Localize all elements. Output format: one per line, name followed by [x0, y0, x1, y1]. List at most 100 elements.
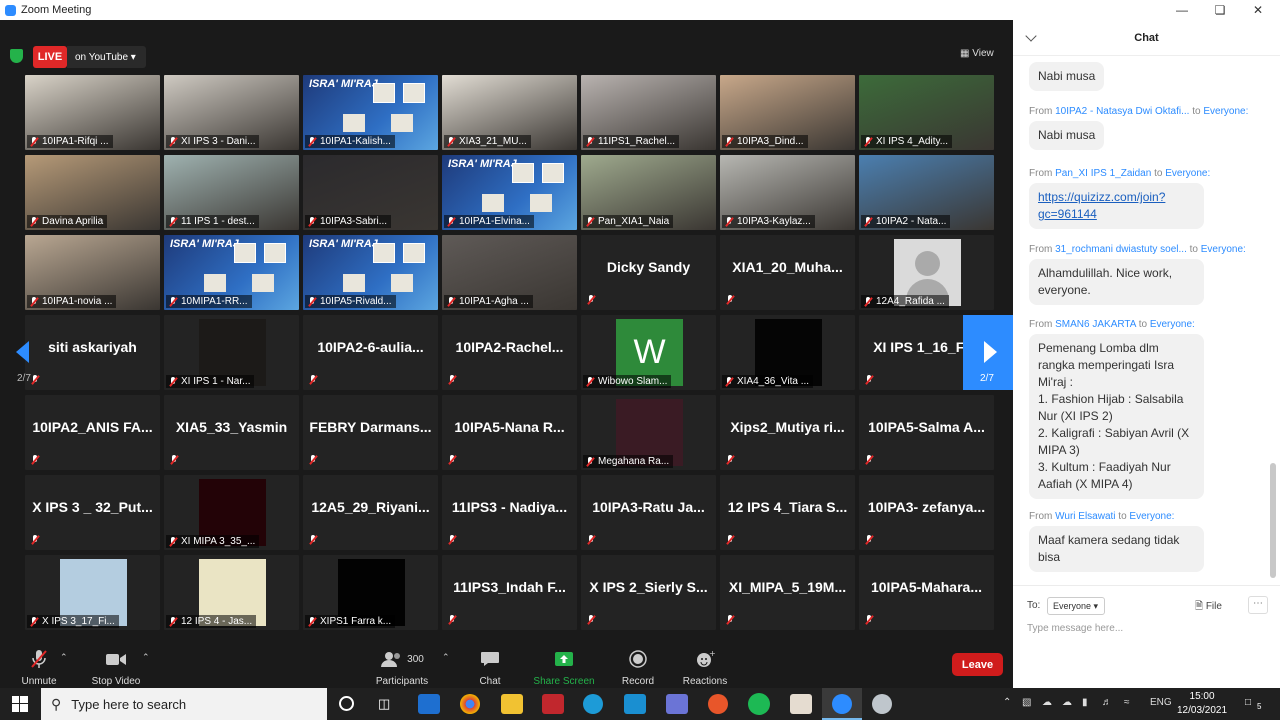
participant-tile[interactable]: ISRA' MI'RAJ 10MIPA1-RR...	[164, 235, 299, 310]
video-options-caret-icon[interactable]: ⌃	[142, 652, 150, 663]
l-app-icon[interactable]	[624, 694, 646, 714]
participant-tile[interactable]: XI MIPA 3_35_...	[164, 475, 299, 550]
participant-tile[interactable]: XIA1_20_Muha...	[720, 235, 855, 310]
participant-tile[interactable]: 10IPA3-Kaylaz...	[720, 155, 855, 230]
maximize-icon[interactable]: ❏	[1200, 0, 1240, 20]
participant-tile[interactable]: ISRA' MI'RAJ 10IPA1-Elvina...	[442, 155, 577, 230]
participant-tile[interactable]: 10IPA1-Rifqi ...	[25, 75, 160, 150]
mail-app-icon[interactable]	[418, 694, 440, 714]
participants-caret-icon[interactable]: ⌃	[442, 652, 450, 663]
participant-tile[interactable]: 10IPA3-Sabri...	[303, 155, 438, 230]
tray-cloud-icon[interactable]: ☁	[1062, 697, 1072, 708]
participant-tile[interactable]: XI_MIPA_5_19M...	[720, 555, 855, 630]
notification-center-icon[interactable]: □	[1245, 697, 1251, 708]
live-stream-dropdown[interactable]: on YouTube ▾	[67, 46, 146, 68]
chevron-down-icon[interactable]	[1025, 30, 1037, 42]
teams-app-icon[interactable]	[666, 694, 688, 714]
participant-tile[interactable]: 12 IPS 4 - Jas...	[164, 555, 299, 630]
tray-device-icon[interactable]: ▧	[1022, 697, 1031, 708]
security-shield-icon[interactable]	[10, 49, 23, 63]
participant-tile[interactable]: XIA3_21_MU...	[442, 75, 577, 150]
participant-tile[interactable]: 10IPA5-Salma A...	[859, 395, 994, 470]
participant-tile[interactable]: 11IPS1_Rachel...	[581, 75, 716, 150]
unknown-app-icon[interactable]	[872, 694, 892, 714]
reactions-button[interactable]: + Reactions	[682, 640, 728, 688]
participant-tile[interactable]: 11IPS3 - Nadiya...	[442, 475, 577, 550]
participant-tile[interactable]: Xips2_Mutiya ri...	[720, 395, 855, 470]
file-button[interactable]: 🗎 File	[1195, 599, 1222, 616]
mcafee-icon[interactable]	[542, 694, 564, 714]
share-screen-button[interactable]: Share Screen	[533, 640, 595, 688]
spotify-app-icon[interactable]	[748, 693, 770, 715]
participant-tile[interactable]: 10IPA2 - Nata...	[859, 155, 994, 230]
close-icon[interactable]: ✕	[1238, 0, 1278, 20]
participant-tile[interactable]: Megahana Ra...	[581, 395, 716, 470]
participant-tile[interactable]: X IPS 2_Sierly S...	[581, 555, 716, 630]
chat-scrollbar[interactable]	[1270, 58, 1276, 578]
participant-tile[interactable]: 10IPA2-6-aulia...	[303, 315, 438, 390]
participant-tile[interactable]: siti askariyah	[25, 315, 160, 390]
previous-page-button[interactable]: 2/7	[10, 315, 40, 390]
participant-tile[interactable]: Pan_XIA1_Naia	[581, 155, 716, 230]
participant-tile[interactable]: 12A4_Rafida ...	[859, 235, 994, 310]
chat-scrollbar-thumb[interactable]	[1270, 463, 1276, 578]
participant-tile[interactable]: ISRA' MI'RAJ 10IPA5-Rivald...	[303, 235, 438, 310]
leave-button[interactable]: Leave	[952, 653, 1003, 676]
participant-tile[interactable]: W Wibowo Slam...	[581, 315, 716, 390]
participant-tile[interactable]: 10IPA5-Nana R...	[442, 395, 577, 470]
audio-options-caret-icon[interactable]: ⌃	[60, 652, 68, 663]
participant-tile[interactable]: ISRA' MI'RAJ 10IPA1-Kalish...	[303, 75, 438, 150]
participant-tile[interactable]: 11 IPS 1 - dest...	[164, 155, 299, 230]
more-options-icon[interactable]: ⋯	[1248, 596, 1268, 614]
view-button[interactable]: ▦ View	[960, 48, 994, 59]
participant-tile[interactable]: 10IPA3_Dind...	[720, 75, 855, 150]
participant-tile[interactable]: XI IPS 4_Adity...	[859, 75, 994, 150]
participant-tile[interactable]: XI IPS 3 - Dani...	[164, 75, 299, 150]
stop-video-button[interactable]: Stop Video	[90, 640, 142, 688]
tray-volume-icon[interactable]: ♬	[1102, 697, 1112, 708]
cortana-icon[interactable]	[339, 696, 354, 711]
participant-tile[interactable]: 11IPS3_Indah F...	[442, 555, 577, 630]
record-button[interactable]: Record	[620, 640, 656, 688]
task-view-icon[interactable]: ◫	[378, 696, 390, 712]
photo-app-icon[interactable]	[790, 694, 812, 714]
live-badge[interactable]: LIVE	[33, 46, 67, 68]
participant-tile[interactable]: Davina Aprilia	[25, 155, 160, 230]
participant-tile[interactable]: FEBRY Darmans...	[303, 395, 438, 470]
chat-message-list[interactable]: Nabi musa From 10IPA2 - Natasya Dwi Oktaf…	[1013, 58, 1271, 583]
taskbar-clock[interactable]: 15:00 12/03/2021	[1177, 690, 1227, 718]
participant-tile[interactable]: 10IPA2-Rachel...	[442, 315, 577, 390]
taskbar-search-box[interactable]: ⚲ Type here to search	[41, 688, 327, 720]
orange-app-icon[interactable]	[708, 694, 728, 714]
participant-tile[interactable]: 10IPA5-Mahara...	[859, 555, 994, 630]
file-explorer-icon[interactable]	[501, 694, 523, 714]
participants-button[interactable]: 300 Participants	[372, 640, 432, 688]
tray-battery-icon[interactable]: ▮	[1082, 697, 1088, 708]
tray-chevron-icon[interactable]: ⌃	[1003, 697, 1011, 708]
unmute-button[interactable]: Unmute	[20, 640, 58, 688]
participant-tile[interactable]: 12A5_29_Riyani...	[303, 475, 438, 550]
chat-button[interactable]: Chat	[475, 640, 505, 688]
participant-tile[interactable]: XIPS1 Farra k...	[303, 555, 438, 630]
participant-tile[interactable]: 12 IPS 4_Tiara S...	[720, 475, 855, 550]
participant-tile[interactable]: 10IPA1-novia ...	[25, 235, 160, 310]
tray-language[interactable]: ENG	[1150, 697, 1172, 708]
participant-tile[interactable]: 10IPA3- zefanya...	[859, 475, 994, 550]
windows-start-icon[interactable]	[12, 696, 28, 717]
chat-message-link[interactable]: https://quizizz.com/join?gc=961144	[1029, 183, 1204, 229]
participant-tile[interactable]: X IPS 3_17_Fi...	[25, 555, 160, 630]
participant-tile[interactable]: 10IPA1-Agha ...	[442, 235, 577, 310]
participant-tile[interactable]: Dicky Sandy	[581, 235, 716, 310]
chrome-app-icon[interactable]	[460, 694, 480, 714]
participant-tile[interactable]: X IPS 3 _ 32_Put...	[25, 475, 160, 550]
participant-tile[interactable]: XI IPS 1 - Nar...	[164, 315, 299, 390]
tray-onedrive-icon[interactable]: ☁	[1042, 697, 1052, 708]
chat-message-input[interactable]: Type message here...	[1027, 623, 1123, 634]
tray-wifi-icon[interactable]: ≈	[1124, 697, 1130, 708]
participant-tile[interactable]: 10IPA3-Ratu Ja...	[581, 475, 716, 550]
edge-app-icon[interactable]	[583, 694, 603, 714]
minimize-icon[interactable]: —	[1162, 0, 1202, 20]
next-page-button[interactable]: 2/7	[963, 315, 1013, 390]
recipient-select[interactable]: Everyone ▾	[1047, 597, 1105, 615]
participant-tile[interactable]: XIA5_33_Yasmin	[164, 395, 299, 470]
